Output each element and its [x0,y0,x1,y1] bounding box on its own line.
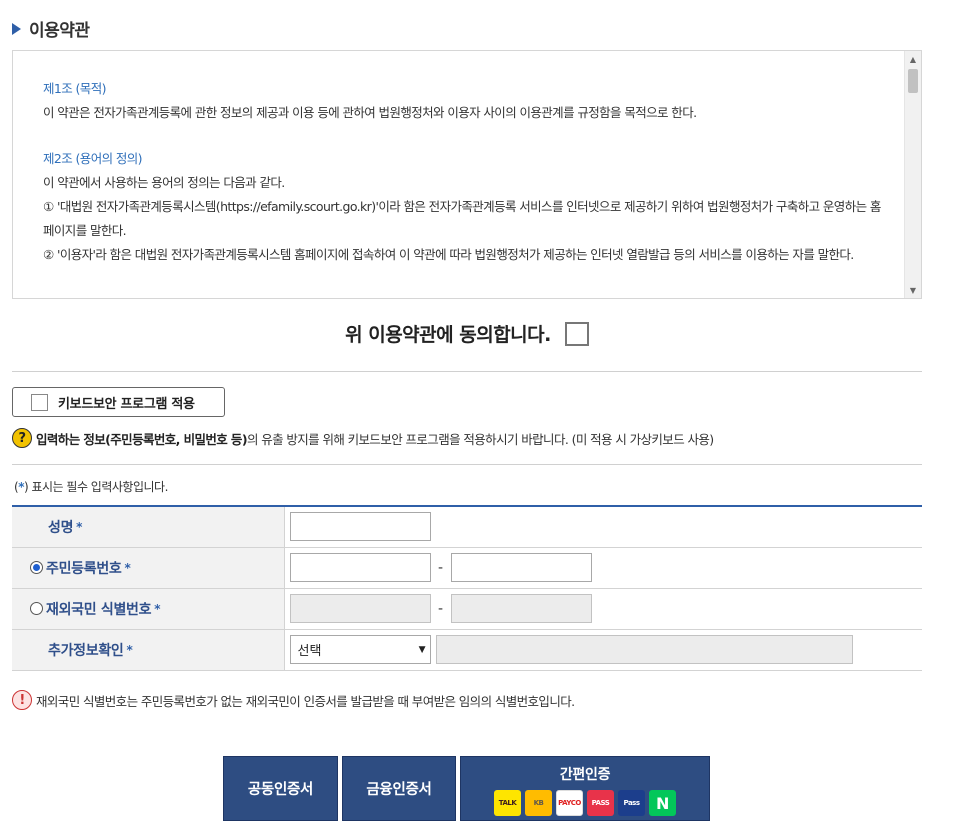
form-row-rrn: 주민등록번호 * - [12,547,922,589]
form-row-name: 성명 * [12,506,922,548]
kb-logo-icon: KB [525,790,552,816]
foreign-id-front-input[interactable] [289,594,431,623]
rrn-radio[interactable] [30,561,43,574]
simple-auth-button[interactable]: 간편인증 TALK KB PAYCO PASS Pass N [460,756,710,821]
required-star-icon: * [76,519,83,534]
scroll-up-arrow-icon[interactable]: ▲ [905,51,921,67]
form-row-foreign: 재외국민 식별번호 * - [12,588,922,630]
required-star-icon: * [124,560,131,575]
chevron-down-icon: ▼ [418,644,426,655]
foreign-id-notice-text: 재외국민 식별번호는 주민등록번호가 없는 재외국민이 인증서를 발급받을 때 … [36,693,575,709]
extra-info-input[interactable] [435,635,853,664]
dash-separator: - [437,559,444,576]
rrn-back-input[interactable] [450,553,592,582]
scroll-down-arrow-icon[interactable]: ▼ [905,282,921,298]
simple-auth-logos: TALK KB PAYCO PASS Pass N [492,790,678,816]
triangle-bullet-icon [12,22,21,35]
section-title: 이용약관 [29,21,90,41]
divider [12,464,922,465]
article2-item1: ① '대법원 전자가족관계등록시스템(https://efamily.scour… [43,199,881,238]
payco-logo-icon: PAYCO [556,790,583,816]
naver-logo-icon: N [649,790,676,816]
identity-form-table: 성명 * 주민등록번호 * - 재외국민 식별번호 * - 추가정보확인 * 선… [12,505,922,671]
name-label: 성명 [48,519,74,536]
terms-agree-label: 위 이용약관에 동의합니다. [345,324,551,346]
required-note: (*) 표시는 필수 입력사항입니다. [14,480,168,494]
auth-button-group: 공동인증서 금융인증서 간편인증 TALK KB PAYCO PASS Pass… [223,756,710,821]
terms-scrollbar[interactable]: ▲ ▼ [904,51,921,298]
keyboard-security-checkbox[interactable] [31,393,48,411]
keyboard-security-button[interactable]: 키보드보안 프로그램 적용 [12,387,225,417]
required-star-icon: * [126,642,133,657]
samsung-pass-logo-icon: Pass [618,790,645,816]
notice-bold-text: 입력하는 정보(주민등록번호, 비밀번호 등) [36,431,248,447]
joint-certificate-button[interactable]: 공동인증서 [223,756,338,821]
name-input[interactable] [289,512,431,542]
form-row-extra: 추가정보확인 * 선택 ▼ [12,629,922,671]
keyboard-security-notice: ? 입력하는 정보(주민등록번호, 비밀번호 등) 의 유출 방지를 위해 키보… [12,428,714,448]
extra-info-label: 추가정보확인 [48,642,124,659]
terms-agree-checkbox[interactable] [564,321,589,346]
kakao-talk-logo-icon: TALK [494,790,521,816]
article1-title: 제1조 (목적) [43,81,106,96]
required-star-icon: * [154,601,161,616]
terms-scroll-box[interactable]: 제1조 (목적) 이 약관은 전자가족관계등록에 관한 정보의 제공과 이용 등… [12,50,922,299]
terms-content: 제1조 (목적) 이 약관은 전자가족관계등록에 관한 정보의 제공과 이용 등… [43,77,891,267]
question-icon: ? [12,428,32,448]
foreign-id-back-input[interactable] [450,594,592,623]
article2-intro: 이 약관에서 사용하는 용어의 정의는 다음과 같다. [43,175,285,190]
article1-body: 이 약관은 전자가족관계등록에 관한 정보의 제공과 이용 등에 관하여 법원행… [43,105,697,120]
terms-agree-row: 위 이용약관에 동의합니다. [0,320,934,347]
article2-item2: ② '이용자'라 함은 대법원 전자가족관계등록시스템 홈페이지에 접속하여 이… [43,247,854,262]
foreign-id-notice: ! 재외국민 식별번호는 주민등록번호가 없는 재외국민이 인증서를 발급받을 … [12,690,575,710]
scroll-thumb[interactable] [908,69,918,93]
rrn-front-input[interactable] [289,553,431,582]
exclamation-icon: ! [12,690,32,710]
rrn-label: 주민등록번호 [46,560,122,577]
notice-rest-text: 의 유출 방지를 위해 키보드보안 프로그램을 적용하시기 바랍니다. (미 적… [246,431,714,447]
keyboard-security-label: 키보드보안 프로그램 적용 [58,396,195,412]
select-value: 선택 [297,644,322,659]
dash-separator: - [437,600,444,617]
divider [12,371,922,372]
section-heading: 이용약관 [12,16,90,41]
simple-auth-label: 간편인증 [559,767,611,783]
foreign-id-label: 재외국민 식별번호 [46,601,152,618]
rrn-label-cell: 주민등록번호 * [12,547,285,589]
foreign-label-cell: 재외국민 식별번호 * [12,588,285,630]
article2-title: 제2조 (용어의 정의) [43,151,143,166]
extra-info-select[interactable]: 선택 ▼ [289,635,431,664]
name-label-cell: 성명 * [12,506,285,548]
pass-logo-icon: PASS [587,790,614,816]
finance-certificate-button[interactable]: 금융인증서 [342,756,456,821]
extra-label-cell: 추가정보확인 * [12,629,285,671]
foreign-id-radio[interactable] [30,602,43,615]
